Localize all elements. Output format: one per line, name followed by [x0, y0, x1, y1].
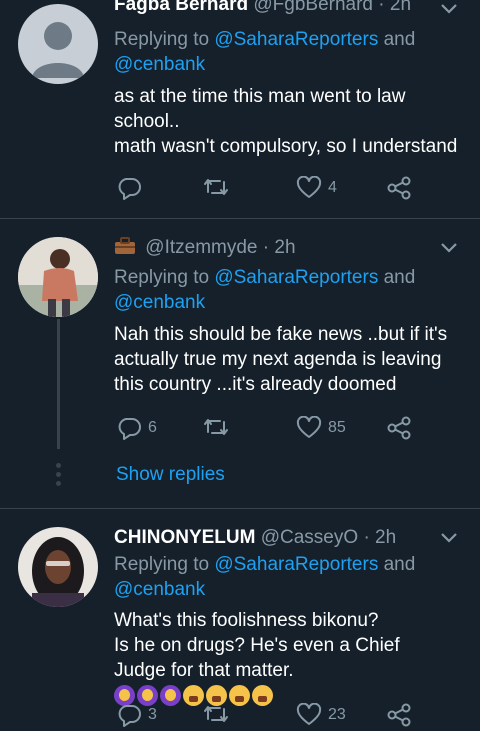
thread-line	[57, 319, 60, 449]
handle[interactable]: @FgbBernard	[253, 0, 373, 15]
retweet-button[interactable]	[202, 176, 236, 198]
share-icon	[387, 703, 411, 727]
heart-icon	[296, 416, 322, 438]
tweet-header: @Itzemmyde · 2h	[114, 237, 296, 261]
chevron-down-icon[interactable]	[440, 241, 458, 259]
timestamp[interactable]: 2h	[274, 237, 295, 258]
mention-link[interactable]: @SaharaReporters	[214, 267, 378, 288]
more-replies-dots	[56, 463, 61, 490]
tweet[interactable]: @Itzemmyde · 2h Replying to @SaharaRepor…	[0, 219, 480, 508]
share-button[interactable]	[386, 176, 412, 200]
profile-photo	[18, 237, 98, 317]
retweet-button[interactable]	[202, 416, 236, 438]
reply-icon	[118, 418, 141, 440]
tweet-actions: 4	[114, 176, 414, 202]
retweet-icon	[204, 706, 228, 722]
like-button[interactable]: 4	[296, 176, 337, 200]
mention-link[interactable]: @SaharaReporters	[214, 554, 378, 575]
show-replies-link[interactable]: Show replies	[116, 464, 225, 486]
tweet[interactable]: Fagba Bernard @FgbBernard · 2h Replying …	[0, 0, 480, 218]
reply-button[interactable]	[116, 176, 148, 200]
retweet-icon	[204, 419, 228, 435]
chevron-down-icon[interactable]	[440, 531, 458, 549]
share-icon	[387, 416, 411, 440]
retweet-button[interactable]	[202, 703, 236, 725]
display-name[interactable]: Fagba Bernard	[114, 0, 248, 15]
briefcase-icon	[114, 237, 136, 261]
heart-icon	[296, 703, 322, 725]
reply-button[interactable]: 3	[116, 703, 157, 727]
default-avatar-icon	[32, 22, 84, 78]
tweet-text: as at the time this man went to law scho…	[114, 86, 458, 157]
tweet-header: CHINONYELUM @CasseyO · 2h	[114, 527, 397, 548]
reply-icon	[118, 178, 141, 200]
like-button[interactable]: 23	[296, 703, 346, 727]
timestamp[interactable]: 2h	[375, 527, 396, 548]
tweet-actions: 3 23	[114, 703, 414, 729]
like-button[interactable]: 85	[296, 416, 346, 440]
retweet-icon	[204, 179, 228, 195]
share-button[interactable]	[386, 416, 412, 440]
replying-to: Replying to @SaharaReporters and @cenban…	[114, 554, 416, 600]
share-icon	[387, 176, 411, 200]
mention-link[interactable]: @cenbank	[114, 54, 205, 75]
timestamp[interactable]: 2h	[390, 0, 411, 15]
tweet-text: Nah this should be fake news ..but if it…	[114, 324, 448, 395]
tweet-actions: 6 85	[114, 416, 414, 442]
avatar[interactable]	[18, 4, 98, 84]
share-button[interactable]	[386, 703, 412, 727]
heart-icon	[296, 176, 322, 198]
chevron-down-icon[interactable]	[440, 2, 458, 20]
handle[interactable]: @Itzemmyde	[145, 237, 257, 258]
avatar[interactable]	[18, 527, 98, 607]
tweet-text: What's this foolishness bikonu? Is he on…	[114, 608, 434, 708]
replying-to: Replying to @SaharaReporters and @cenban…	[114, 267, 416, 313]
profile-photo	[18, 527, 98, 607]
mention-link[interactable]: @SaharaReporters	[214, 29, 378, 50]
handle[interactable]: @CasseyO	[261, 527, 358, 548]
reply-icon	[118, 705, 141, 727]
mention-link[interactable]: @cenbank	[114, 579, 205, 600]
reply-button[interactable]: 6	[116, 416, 157, 440]
avatar[interactable]	[18, 237, 98, 317]
tweet[interactable]: CHINONYELUM @CasseyO · 2h Replying to @S…	[0, 509, 480, 731]
tweet-header: Fagba Bernard @FgbBernard · 2h	[114, 0, 411, 16]
display-name[interactable]: CHINONYELUM	[114, 527, 255, 548]
mention-link[interactable]: @cenbank	[114, 292, 205, 313]
replying-to: Replying to @SaharaReporters and @cenban…	[114, 29, 416, 75]
